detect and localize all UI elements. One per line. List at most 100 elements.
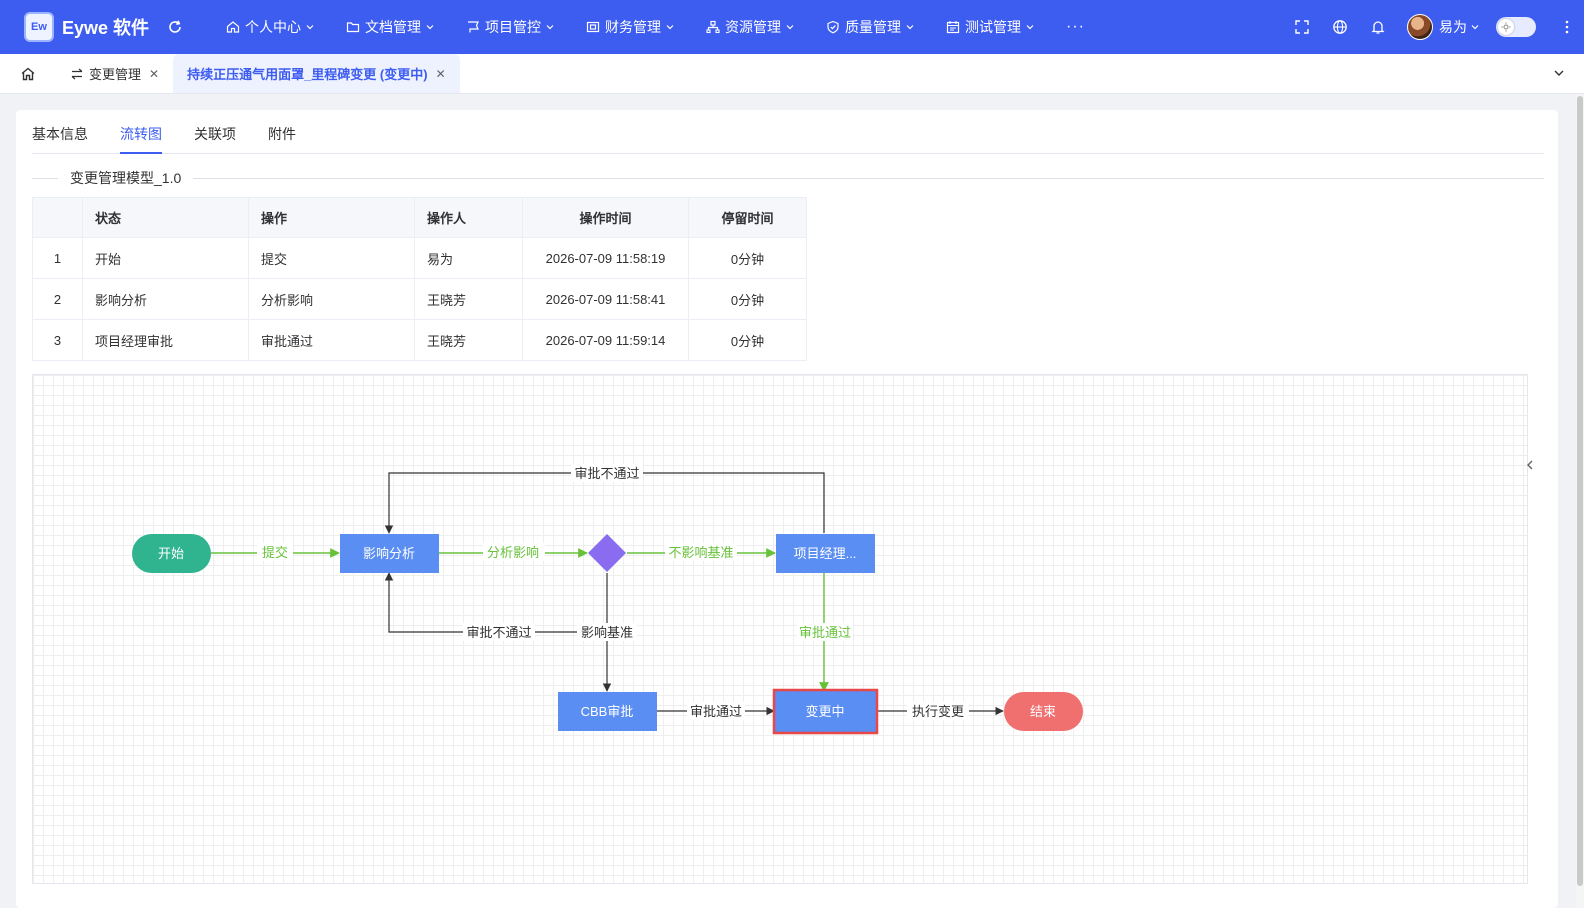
nav-personal-center[interactable]: 个人中心	[226, 17, 320, 37]
user-name: 易为	[1439, 17, 1480, 37]
header-tools: 易为	[1283, 0, 1584, 54]
main-menu: 个人中心 文档管理 项目管控 财务管理 资源管理 质量管理 测试管理 ···	[226, 0, 1111, 54]
nav-label: 项目管控	[485, 19, 541, 35]
calendar-icon	[946, 21, 960, 34]
tab-flow-chart[interactable]: 流转图	[120, 122, 162, 154]
tab-change-detail[interactable]: 持续正压通气用面罩_里程碑变更 (变更中) ✕	[173, 54, 460, 93]
node-impact-analysis[interactable]: 影响分析	[340, 534, 439, 573]
chevron-down-icon[interactable]	[1552, 66, 1566, 83]
edge-label-pm-approve: 审批通过	[799, 625, 851, 640]
tab-attachments[interactable]: 附件	[268, 122, 296, 154]
tab-related-items[interactable]: 关联项	[194, 122, 236, 154]
tab-basic-info[interactable]: 基本信息	[32, 122, 88, 154]
avatar	[1407, 14, 1433, 40]
node-cbb-approval[interactable]: CBB审批	[558, 692, 657, 731]
brand[interactable]: Ew Eywe 软件	[24, 12, 224, 42]
cell-time: 2026-07-09 11:58:19	[522, 237, 689, 279]
col-duration: 停留时间	[688, 197, 807, 238]
node-gateway[interactable]	[588, 534, 626, 572]
tab-label: 变更管理	[89, 67, 142, 82]
globe-icon[interactable]	[1321, 19, 1359, 35]
chevron-down-icon	[426, 25, 434, 30]
chevron-left-icon	[1527, 460, 1533, 470]
scrollbar-thumb[interactable]	[1577, 96, 1583, 886]
chevron-down-icon	[906, 25, 914, 30]
cell-index: 1	[32, 237, 83, 279]
cell-operator: 易为	[414, 237, 523, 279]
node-changing-label: 变更中	[805, 704, 844, 719]
nav-finance-management[interactable]: 财务管理	[586, 17, 680, 37]
flow-diagram: 提交 分析影响 不影响基准 审批不通过 审批通过 影响基准 审批不通过 审批通过…	[132, 464, 1083, 735]
cell-operator: 王晓芳	[414, 319, 523, 361]
node-impact-analysis-label: 影响分析	[363, 546, 415, 561]
nav-label: 文档管理	[365, 19, 421, 35]
collapse-panel-handle[interactable]	[1522, 450, 1538, 480]
node-pm-approval[interactable]: 项目经理...	[776, 534, 875, 573]
edge-label-reject-cbb: 审批不通过	[466, 625, 531, 640]
cell-action: 分析影响	[248, 278, 415, 320]
nav-project-control[interactable]: 项目管控	[466, 17, 560, 37]
col-operator: 操作人	[414, 197, 523, 238]
home-tab[interactable]	[0, 54, 56, 93]
cell-operator: 王晓芳	[414, 278, 523, 320]
edge-label-impact: 影响基准	[581, 625, 633, 640]
top-navbar: Ew Eywe 软件 个人中心 文档管理 项目管控 财务管理 资源管理 质量管理…	[0, 0, 1584, 54]
nav-quality-management[interactable]: 质量管理	[826, 17, 920, 37]
brand-logo: Ew	[24, 12, 54, 42]
close-icon[interactable]: ✕	[149, 67, 159, 81]
flow-canvas[interactable]: 提交 分析影响 不影响基准 审批不通过 审批通过 影响基准 审批不通过 审批通过…	[32, 374, 1528, 884]
divider-line	[32, 177, 58, 179]
nav-label: 测试管理	[965, 19, 1021, 35]
flag-icon	[468, 21, 479, 33]
cell-duration: 0分钟	[688, 319, 807, 361]
resource-icon	[706, 20, 720, 34]
chevron-down-icon	[666, 25, 674, 30]
node-cbb-approval-label: CBB审批	[581, 704, 634, 719]
edge-label-no-impact: 不影响基准	[668, 545, 733, 560]
bell-icon[interactable]	[1359, 19, 1397, 35]
cell-action: 审批通过	[248, 319, 415, 361]
content-card: 基本信息 流转图 关联项 附件 变更管理模型_1.0 状态 操作 操作人 操作时…	[16, 110, 1558, 908]
tab-change-management[interactable]: 变更管理 ✕	[56, 54, 173, 93]
shield-icon	[827, 20, 839, 34]
node-end[interactable]: 结束	[1004, 692, 1083, 731]
folder-icon	[346, 22, 360, 33]
table-header-row: 状态 操作 操作人 操作时间 停留时间	[32, 197, 807, 238]
cell-status: 开始	[82, 237, 249, 279]
nav-test-management[interactable]: 测试管理	[946, 17, 1040, 37]
nav-document-management[interactable]: 文档管理	[346, 17, 440, 37]
cell-status: 项目经理审批	[82, 319, 249, 361]
node-changing-current[interactable]: 变更中	[772, 688, 879, 735]
chevron-down-icon	[306, 25, 314, 30]
col-status: 状态	[82, 197, 249, 238]
sun-icon	[1498, 19, 1514, 35]
home-icon	[226, 21, 240, 33]
node-start[interactable]: 开始	[132, 534, 211, 573]
col-index	[32, 197, 83, 238]
nav-more-button[interactable]: ···	[1066, 18, 1085, 36]
chevron-down-icon	[546, 25, 554, 30]
user-menu[interactable]: 易为	[1407, 14, 1480, 40]
fullscreen-icon[interactable]	[1283, 19, 1321, 35]
model-divider: 变更管理模型_1.0	[32, 170, 1544, 186]
table-row: 3 项目经理审批 审批通过 王晓芳 2026-07-09 11:59:14 0分…	[32, 319, 807, 361]
cell-status: 影响分析	[82, 278, 249, 320]
more-vertical-icon[interactable]	[1550, 20, 1584, 34]
history-table: 状态 操作 操作人 操作时间 停留时间 1 开始 提交 易为 2026-07-0…	[32, 197, 807, 361]
chevron-down-icon	[1471, 25, 1479, 30]
cell-index: 3	[32, 319, 83, 361]
tab-label: 持续正压通气用面罩_里程碑变更 (变更中)	[187, 67, 428, 82]
node-pm-approval-label: 项目经理...	[794, 546, 857, 561]
nav-label: 质量管理	[845, 19, 901, 35]
chevron-down-icon	[786, 25, 794, 30]
nav-resource-management[interactable]: 资源管理	[706, 17, 800, 37]
theme-toggle[interactable]	[1496, 17, 1536, 37]
cell-duration: 0分钟	[688, 237, 807, 279]
node-end-label: 结束	[1030, 704, 1056, 719]
refresh-icon[interactable]	[165, 17, 185, 37]
page-scrollbar[interactable]	[1576, 94, 1584, 908]
cell-index: 2	[32, 278, 83, 320]
cell-duration: 0分钟	[688, 278, 807, 320]
close-icon[interactable]: ✕	[436, 67, 446, 81]
chevron-down-icon	[1026, 25, 1034, 30]
